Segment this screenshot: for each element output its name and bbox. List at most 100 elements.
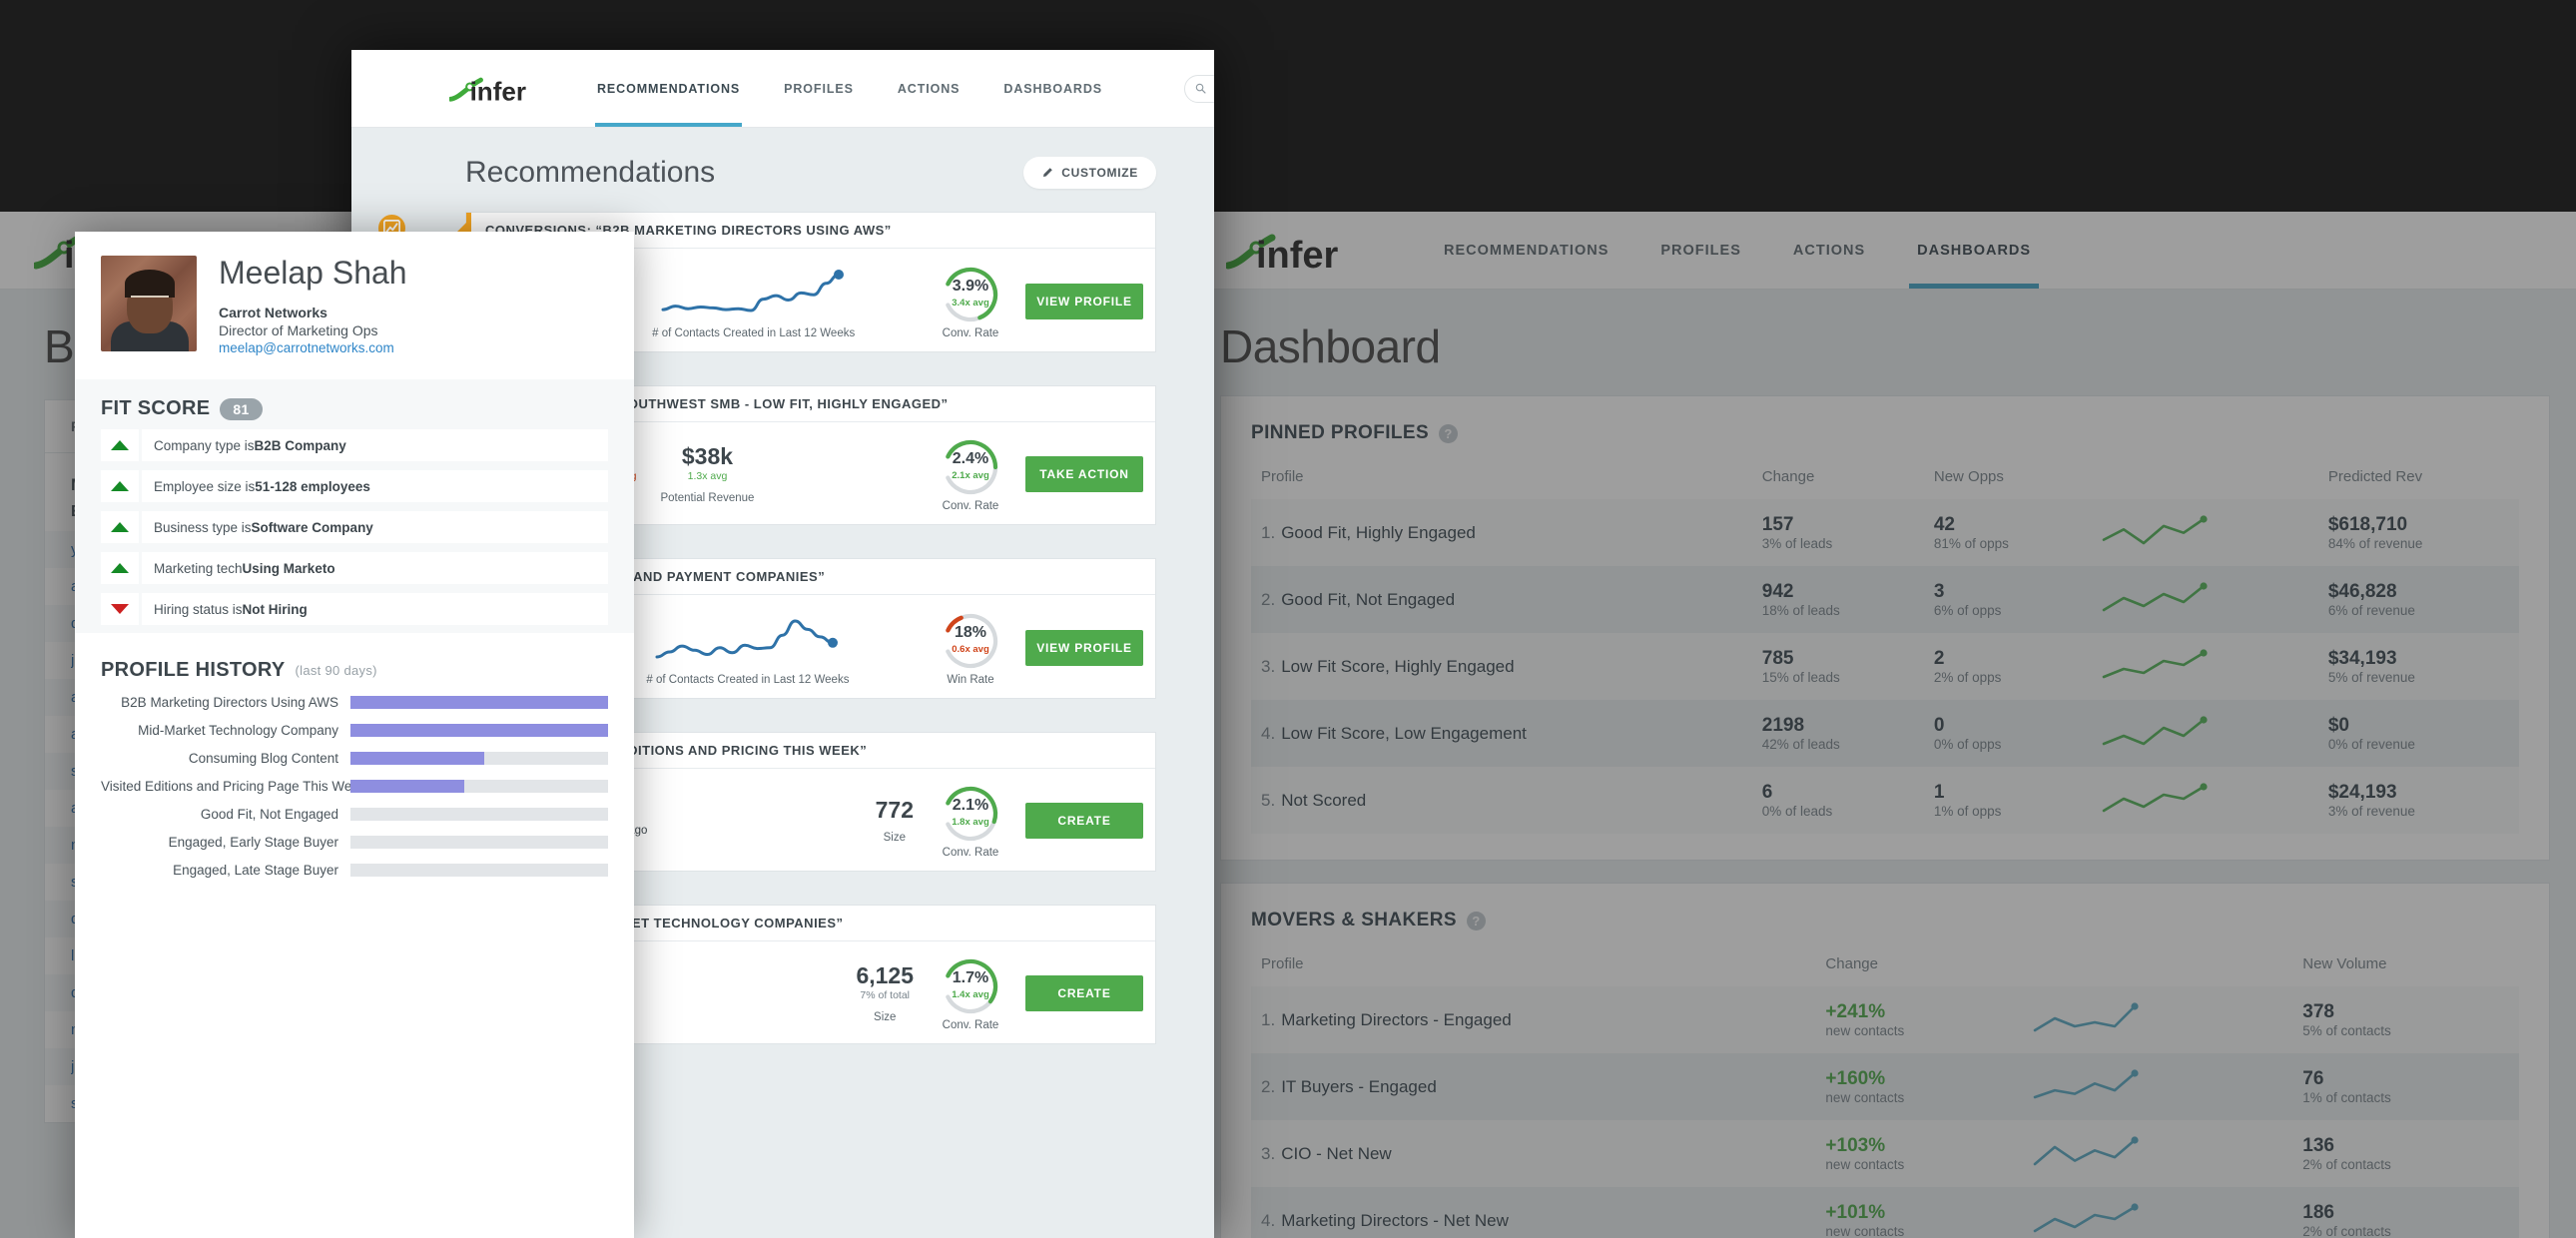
column-header[interactable]: New Volume	[2292, 947, 2519, 986]
column-header[interactable]: Profile	[1251, 947, 1815, 986]
cta-button[interactable]: TAKE ACTION	[1025, 456, 1143, 492]
sparkline-cell	[2022, 1120, 2293, 1187]
pinned-profiles-heading: PINNED PROFILES ?	[1251, 422, 2519, 444]
pinned-profiles-title: PINNED PROFILES	[1251, 422, 1429, 444]
profile-name: Meelap Shah	[219, 256, 407, 291]
new-volume-cell: 1362% of contacts	[2292, 1120, 2519, 1187]
table-row[interactable]: 3.Low Fit Score, Highly Engaged78515% of…	[1251, 633, 2519, 700]
cta-button[interactable]: CREATE	[1025, 975, 1143, 1011]
help-icon[interactable]: ?	[1467, 912, 1486, 930]
main-nav-tabs[interactable]: RECOMMENDATIONS PROFILES ACTIONS DASHBOA…	[575, 50, 1124, 127]
profile-email-link[interactable]: meelap@carrotnetworks.com	[219, 340, 407, 355]
cta-button[interactable]: VIEW PROFILE	[1025, 284, 1143, 319]
metric-sub: 7% of total	[856, 989, 914, 1001]
tab-dashboards[interactable]: DASHBOARDS	[981, 50, 1124, 127]
table-row[interactable]: 3.CIO - Net New+103%new contacts 1362% o…	[1251, 1120, 2519, 1187]
sparkline-cell	[2091, 767, 2318, 834]
profile-cell[interactable]: 4.Low Fit Score, Low Engagement	[1251, 700, 1752, 767]
predicted-revenue-cell: $24,1933% of revenue	[2318, 767, 2519, 834]
profile-role: Director of Marketing Ops	[219, 322, 407, 338]
profile-cell[interactable]: 5.Not Scored	[1251, 767, 1752, 834]
search-box[interactable]	[1184, 75, 1214, 103]
sparkline-chart	[2101, 714, 2211, 748]
help-icon[interactable]: ?	[1439, 424, 1458, 443]
table-row[interactable]: 2.IT Buyers - Engaged+160%new contacts 7…	[1251, 1053, 2519, 1120]
sidebar-item-profiles[interactable]: PROFILES	[1634, 212, 1767, 289]
sparkline-chart	[2101, 513, 2211, 547]
profile-cell[interactable]: 1.Marketing Directors - Engaged	[1251, 986, 1815, 1053]
pinned-profiles-table: ProfileChangeNew Opps Predicted Rev 1.Goo…	[1251, 460, 2519, 834]
table-row[interactable]: 1.Good Fit, Highly Engaged1573% of leads…	[1251, 499, 2519, 566]
history-label: B2B Marketing Directors Using AWS	[101, 695, 338, 710]
profile-cell[interactable]: 2.IT Buyers - Engaged	[1251, 1053, 1815, 1120]
gauge-chart: 2.1%1.8x avg	[940, 783, 1001, 845]
tab-profiles[interactable]: PROFILES	[762, 50, 876, 127]
svg-text:infer: infer	[470, 76, 526, 105]
column-header[interactable]: Profile	[1251, 460, 1752, 499]
new-volume-cell: 1862% of contacts	[2292, 1187, 2519, 1238]
right-window-tabs[interactable]: RECOMMENDATIONS PROFILES ACTIONS DASHBOA…	[1418, 212, 2057, 289]
profile-cell[interactable]: 3.CIO - Net New	[1251, 1120, 1815, 1187]
gauge-column: 2.1%1.8x avgConv. Rate	[926, 783, 1015, 859]
table-row[interactable]: 5.Not Scored60% of leads11% of opps $24,…	[1251, 767, 2519, 834]
profile-history-note: (last 90 days)	[296, 663, 377, 678]
new-volume-cell: 3785% of contacts	[2292, 986, 2519, 1053]
column-header[interactable]	[2091, 460, 2318, 499]
sidebar-item-actions[interactable]: ACTIONS	[1767, 212, 1891, 289]
sidebar-item-dashboards[interactable]: DASHBOARDS	[1891, 212, 2057, 289]
table-row[interactable]: 4.Low Fit Score, Low Engagement219842% o…	[1251, 700, 2519, 767]
search-container	[1184, 75, 1214, 103]
profile-cell[interactable]: 3.Low Fit Score, Highly Engaged	[1251, 633, 1752, 700]
gauge-sub: 2.1x avg	[940, 470, 1001, 481]
gauge-value: 18%	[940, 624, 1001, 642]
table-row[interactable]: 1.Marketing Directors - Engaged+241%new …	[1251, 986, 2519, 1053]
column-header[interactable]: Predicted Rev	[2318, 460, 2519, 499]
infer-logo-icon[interactable]: infer	[1226, 228, 1366, 274]
history-label: Engaged, Late Stage Buyer	[101, 863, 338, 878]
background-window-dashboard[interactable]: infer RECOMMENDATIONS PROFILES ACTIONS D…	[1186, 212, 2576, 1238]
change-cell: +103%new contacts	[1815, 1120, 2021, 1187]
gauge-label: Conv. Rate	[932, 1019, 1009, 1031]
sidebar-item-recommendations[interactable]: RECOMMENDATIONS	[1418, 212, 1634, 289]
column-header[interactable]: Change	[1815, 947, 2021, 986]
sparkline-cell	[2091, 566, 2318, 633]
avatar	[101, 256, 197, 351]
profile-cell[interactable]: 4.Marketing Directors - Net New	[1251, 1187, 1815, 1238]
change-cell: 219842% of leads	[1752, 700, 1924, 767]
column-header[interactable]: New Opps	[1924, 460, 2091, 499]
history-bar	[350, 836, 608, 849]
triangle-up-icon	[101, 511, 139, 543]
fit-score-label: Company type is B2B Company	[142, 429, 608, 461]
change-cell: +241%new contacts	[1815, 986, 2021, 1053]
metric-value: 772	[876, 798, 914, 822]
history-bar	[350, 864, 608, 877]
cta-button[interactable]: VIEW PROFILE	[1025, 630, 1143, 666]
triangle-up-icon	[101, 552, 139, 584]
history-bar-row: Consuming Blog Content	[101, 751, 608, 766]
table-row[interactable]: 2.Good Fit, Not Engaged94218% of leads36…	[1251, 566, 2519, 633]
profile-detail-card[interactable]: Meelap Shah Carrot Networks Director of …	[75, 232, 634, 1238]
column-header[interactable]: Change	[1752, 460, 1924, 499]
infer-logo-icon[interactable]: infer	[449, 72, 545, 106]
cta-button[interactable]: CREATE	[1025, 803, 1143, 839]
search-input[interactable]	[1212, 82, 1214, 96]
history-label: Good Fit, Not Engaged	[101, 807, 338, 822]
fit-score-heading: FIT SCORE 81	[101, 397, 608, 420]
profile-history-section: PROFILE HISTORY (last 90 days) B2B Marke…	[75, 633, 634, 886]
change-cell: +101%new contacts	[1815, 1187, 2021, 1238]
gauge-chart: 3.9%3.4x avg	[940, 264, 1001, 325]
tab-actions[interactable]: ACTIONS	[876, 50, 982, 127]
column-header[interactable]	[2022, 947, 2293, 986]
table-row[interactable]: 4.Marketing Directors - Net New+101%new …	[1251, 1187, 2519, 1238]
tab-recommendations[interactable]: RECOMMENDATIONS	[575, 50, 762, 127]
gauge-label: Conv. Rate	[932, 327, 1009, 339]
profile-cell[interactable]: 2.Good Fit, Not Engaged	[1251, 566, 1752, 633]
new-opps-cell: 11% of opps	[1924, 767, 2091, 834]
history-bar-row: Mid-Market Technology Company	[101, 723, 608, 738]
page-title: Recommendations	[465, 156, 715, 190]
profile-history-title: PROFILE HISTORY	[101, 659, 286, 682]
change-cell: 60% of leads	[1752, 767, 1924, 834]
gauge-value: 2.1%	[940, 797, 1001, 815]
profile-cell[interactable]: 1.Good Fit, Highly Engaged	[1251, 499, 1752, 566]
customize-button[interactable]: CUSTOMIZE	[1023, 157, 1156, 189]
